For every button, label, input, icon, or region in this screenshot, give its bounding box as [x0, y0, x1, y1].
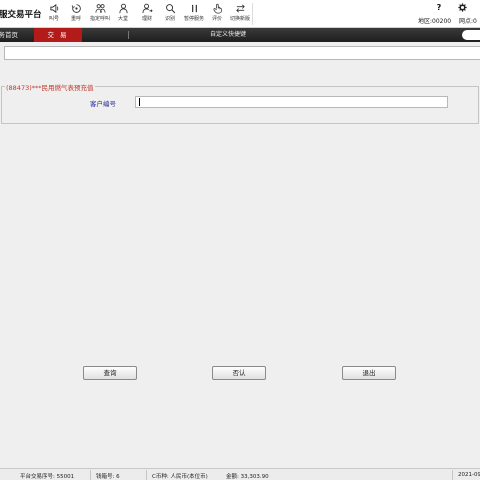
hand-icon: [212, 3, 222, 14]
gear-icon[interactable]: [455, 3, 469, 12]
text-caret: [139, 98, 140, 106]
toolbar-button-label: 指定呼叫: [89, 16, 110, 22]
status-divider: [452, 470, 453, 480]
app-title: 服交易平台: [0, 10, 42, 20]
query-button[interactable]: 查询: [83, 366, 137, 380]
tab-label: 服务首页: [0, 31, 18, 39]
toolbar-button-call[interactable]: 叫号: [42, 3, 66, 25]
form-legend: (88473)***民用燃气表预充值: [5, 82, 95, 92]
toolbar-button-identify[interactable]: 识别: [158, 3, 182, 25]
status-bar: 平台交易序号: 55001 钱箱号: 6 C币种: 人民币(本位币) 金额: 3…: [0, 468, 480, 480]
status-date: 2021-09: [458, 472, 480, 478]
status-serial: 平台交易序号: 55001: [20, 474, 75, 480]
toolbar-button-label: 理财: [141, 16, 152, 22]
top-toolbar: 服交易平台 叫号 重呼 指定呼叫 大堂 理财 识别 暂停服务 评价 切换新版 ?…: [0, 0, 480, 28]
toolbar-divider: [252, 3, 253, 25]
toolbar-button-switch[interactable]: 切换新版: [228, 3, 252, 25]
toolbar-button-label: 切换新版: [229, 16, 250, 22]
nav-bar: 服务首页 交 易 自定义快捷键: [0, 28, 480, 42]
person-icon: [118, 3, 128, 14]
toolbar-button-label: 大堂: [117, 16, 128, 22]
branch-text: 网点:0: [459, 18, 477, 25]
toolbar-button-label: 重呼: [70, 16, 81, 22]
nav-search-field[interactable]: [462, 30, 480, 40]
switch-arrows-icon: [235, 4, 245, 13]
toolbar-button-label: 评价: [211, 16, 222, 22]
magnifier-icon: [165, 4, 175, 14]
toolbar-button-label: 叫号: [48, 16, 59, 22]
tab-trade[interactable]: 交 易: [34, 28, 82, 42]
status-divider: [146, 470, 147, 480]
region-text: 地区:00200: [418, 18, 452, 25]
toolbar-button-pause[interactable]: 暂停服务: [182, 3, 206, 25]
customer-number-input[interactable]: [135, 96, 448, 108]
toolbar-button-label: 识别: [164, 16, 175, 22]
toolbar-button-designated-call[interactable]: 指定呼叫: [88, 3, 112, 25]
tab-service-home[interactable]: 服务首页: [0, 28, 34, 42]
nav-divider: [128, 31, 129, 39]
help-icon[interactable]: ?: [432, 3, 446, 12]
toolbar-button-recall[interactable]: 重呼: [64, 3, 88, 25]
command-input-bar[interactable]: [4, 46, 480, 60]
pause-icon: [191, 4, 197, 13]
toolbar-button-label: 暂停服务: [183, 16, 204, 22]
status-teller: 钱箱号: 6: [96, 474, 120, 480]
status-currency: C币种: 人民币(本位币): [152, 474, 208, 480]
recall-icon: [71, 4, 81, 13]
status-divider: [90, 470, 91, 480]
person-transfer-icon: [141, 3, 153, 14]
confirm-button[interactable]: 否认: [212, 366, 266, 380]
toolbar-button-transfer[interactable]: 理财: [135, 3, 159, 25]
exit-button[interactable]: 退出: [342, 366, 396, 380]
toolbar-button-hall[interactable]: 大堂: [111, 3, 135, 25]
toolbar-button-evaluate[interactable]: 评价: [205, 3, 229, 25]
customer-number-label: 客户编号: [90, 100, 116, 108]
people-icon: [95, 4, 105, 13]
status-amount: 金额: 33,303.90: [226, 474, 269, 480]
speaker-icon: [49, 3, 58, 14]
custom-shortcut-link[interactable]: 自定义快捷键: [188, 28, 268, 42]
transaction-form-group: (88473)***民用燃气表预充值 客户编号: [1, 82, 479, 124]
